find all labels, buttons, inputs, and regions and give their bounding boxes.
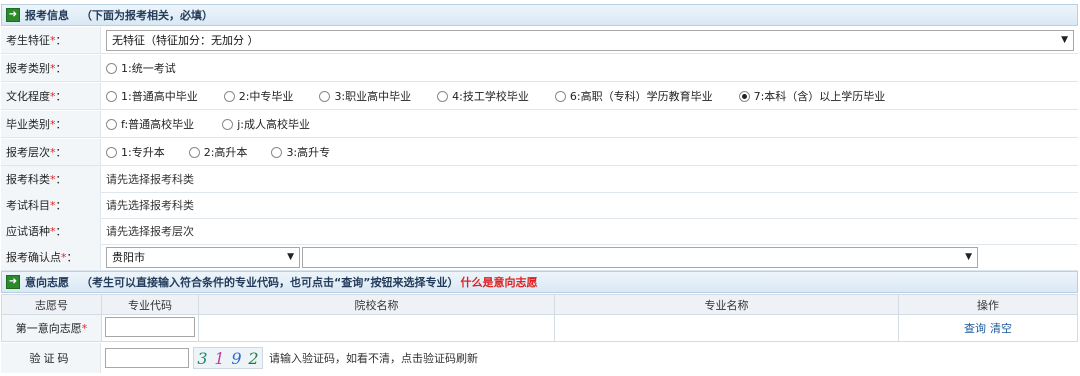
section-note: （考生可以直接输入符合条件的专业代码，也可点击“查询”按钮来选择专业） [81, 276, 459, 289]
row-subject-category: 报考科类 *： 请先选择报考科类 [1, 166, 1078, 193]
radio-icon [106, 62, 117, 74]
row-category: 报考类别 *： 1:统一考试 [1, 55, 1078, 82]
radio-grad-j[interactable]: j:成人高校毕业 [222, 116, 310, 132]
row-level: 报考层次 *： 1:专升本 2:高升本 3:高升专 [1, 139, 1078, 166]
radio-category-1[interactable]: 1:统一考试 [106, 60, 176, 76]
captcha-input[interactable] [105, 348, 189, 368]
section-title: 意向志愿 [25, 276, 69, 289]
chevron-down-icon: ▼ [1061, 35, 1068, 45]
captcha-digit: 2 [248, 348, 259, 368]
radio-icon [106, 146, 117, 158]
site-select[interactable]: ▼ [302, 246, 978, 268]
radio-education-4[interactable]: 4:技工学校毕业 [437, 88, 529, 104]
trait-select[interactable]: 无特征（特征加分：无加分 ） ▼ [106, 29, 1074, 51]
field-label: 考生特征 *： [1, 27, 101, 53]
radio-icon [106, 90, 117, 102]
column-header: 操作 [898, 294, 1078, 315]
section-title: 报考信息 [25, 9, 69, 22]
field-label: 文化程度 *： [1, 83, 101, 109]
radio-education-3[interactable]: 3:职业高中毕业 [319, 88, 411, 104]
language-hint: 请先选择报考层次 [106, 225, 194, 238]
radio-level-1[interactable]: 1:专升本 [106, 144, 165, 160]
captcha-image[interactable]: 3 1 9 2 [193, 347, 263, 369]
column-header: 专业代码 [101, 294, 199, 315]
radio-icon [271, 146, 283, 158]
column-header: 志愿号 [1, 294, 102, 315]
captcha-digit: 9 [231, 348, 242, 368]
arrow-right-icon: ➜ [6, 275, 20, 289]
section-header-preference: ➜ 意向志愿 （考生可以直接输入符合条件的专业代码，也可点击“查询”按钮来选择专… [1, 271, 1078, 293]
captcha-label: 验证码 [1, 343, 101, 373]
query-link[interactable]: 查询 [964, 322, 986, 335]
major-code-cell [101, 314, 199, 342]
captcha-hint: 请输入验证码，如看不清，点击验证码刷新 [269, 352, 478, 365]
captcha-digit: 1 [214, 348, 225, 368]
radio-icon [188, 146, 200, 158]
major-code-input[interactable] [105, 316, 195, 337]
radio-education-1[interactable]: 1:普通高中毕业 [106, 88, 198, 104]
radio-icon [319, 90, 331, 102]
radio-icon [554, 90, 566, 102]
preference-label-cell: 第一意向志愿* [1, 314, 102, 342]
arrow-right-icon: ➜ [6, 8, 20, 22]
captcha-digit: 3 [197, 348, 208, 368]
field-label: 应试语种 *： [1, 218, 101, 244]
radio-icon [223, 90, 235, 102]
exam-subject-hint: 请先选择报考科类 [106, 199, 194, 212]
field-label: 报考确认点 *： [1, 244, 101, 270]
row-trait: 考生特征 *： 无特征（特征加分：无加分 ） ▼ [1, 27, 1078, 54]
field-label: 报考科类 *： [1, 166, 101, 192]
radio-icon [106, 118, 117, 130]
field-label: 毕业类别 *： [1, 111, 101, 137]
preference-table: 志愿号 专业代码 院校名称 专业名称 操作 第一意向志愿* 查询 清空 [1, 294, 1078, 342]
section-header-registration: ➜ 报考信息 （下面为报考相关，必填） [1, 4, 1078, 26]
row-confirm-point: 报考确认点 *： 贵阳市 ▼ ▼ [1, 244, 1078, 271]
chevron-down-icon: ▼ [287, 252, 294, 262]
field-label: 考试科目 *： [1, 192, 101, 218]
radio-education-2[interactable]: 2:中专毕业 [223, 88, 293, 104]
radio-icon [222, 118, 234, 130]
city-select[interactable]: 贵阳市 ▼ [106, 246, 300, 268]
row-captcha: 验证码 3 1 9 2 请输入验证码，如看不清，点击验证码刷新 [1, 343, 1078, 373]
field-label: 报考层次 *： [1, 139, 101, 165]
city-select-value: 贵阳市 [112, 251, 145, 264]
row-exam-subject: 考试科目 *： 请先选择报考科类 [1, 192, 1078, 219]
registration-form: ➜ 报考信息 （下面为报考相关，必填） 考生特征 *： 无特征（特征加分：无加分 … [0, 0, 1080, 376]
column-header: 院校名称 [198, 294, 555, 315]
radio-level-3[interactable]: 3:高升专 [271, 144, 330, 160]
major-name-cell [554, 314, 899, 342]
table-header-row: 志愿号 专业代码 院校名称 专业名称 操作 [1, 294, 1078, 315]
radio-selected-icon [738, 90, 750, 102]
school-name-cell [198, 314, 555, 342]
field-label: 报考类别 *： [1, 55, 101, 81]
row-grad-type: 毕业类别 *： f:普通高校毕业 j:成人高校毕业 [1, 111, 1078, 138]
subject-category-hint: 请先选择报考科类 [106, 173, 194, 186]
radio-level-2[interactable]: 2:高升本 [188, 144, 247, 160]
table-row: 第一意向志愿* 查询 清空 [1, 314, 1078, 342]
radio-grad-f[interactable]: f:普通高校毕业 [106, 116, 194, 132]
actions-cell: 查询 清空 [898, 314, 1078, 342]
what-is-preference-link[interactable]: 什么是意向志愿 [460, 274, 537, 290]
radio-education-7[interactable]: 7:本科（含）以上学历毕业 [738, 88, 885, 104]
clear-link[interactable]: 清空 [990, 322, 1012, 335]
row-language: 应试语种 *： 请先选择报考层次 [1, 218, 1078, 245]
section-note: （下面为报考相关，必填） [81, 9, 213, 22]
radio-education-6[interactable]: 6:高职（专科）学历教育毕业 [554, 88, 713, 104]
trait-select-value: 无特征（特征加分：无加分 ） [112, 34, 259, 47]
radio-icon [437, 90, 449, 102]
chevron-down-icon: ▼ [965, 252, 972, 262]
column-header: 专业名称 [554, 294, 899, 315]
row-education: 文化程度 *： 1:普通高中毕业 2:中专毕业 3:职业高中毕业 4:技工学校毕业… [1, 83, 1078, 110]
